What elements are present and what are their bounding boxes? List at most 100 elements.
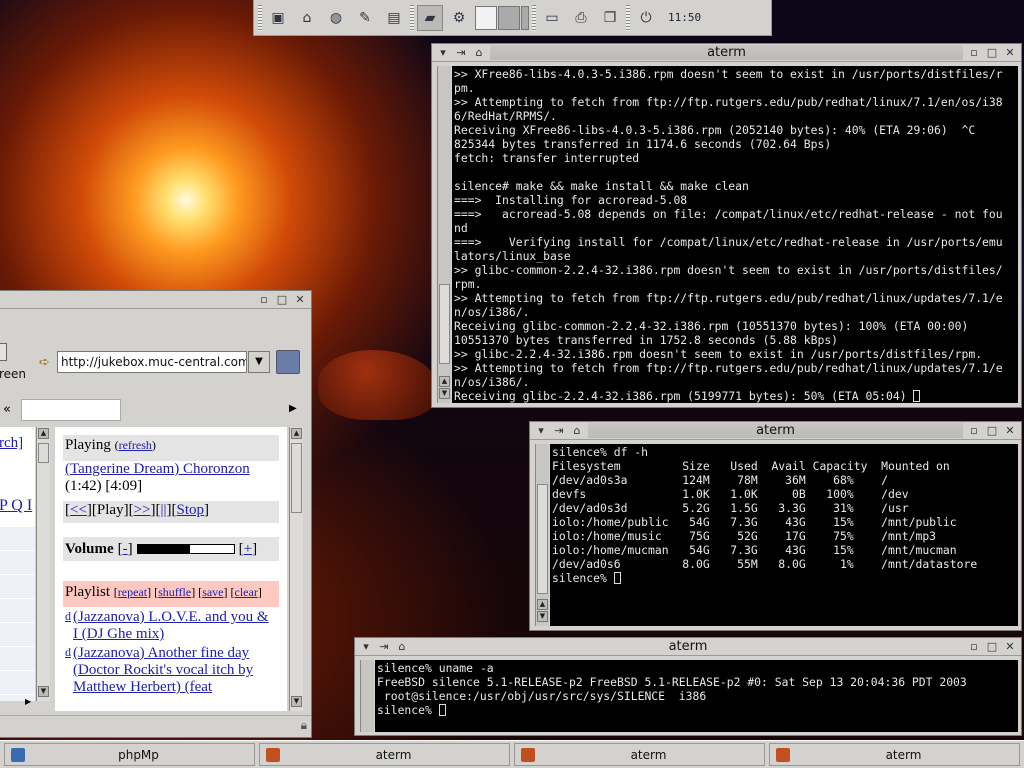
current-track-link[interactable]: (Tangerine Dream) Choronzon [65, 461, 277, 478]
scroll-up-arrow[interactable]: ▲ [537, 599, 548, 610]
title-bar[interactable]: ▫ □ ✕ [0, 291, 311, 309]
scroll-down-arrow[interactable]: ▼ [291, 696, 302, 707]
aterm-window-df[interactable]: ▾ ⇥ ⌂ aterm ▫ □ ✕ ▲ ▼ silence% df -h File… [529, 421, 1022, 631]
scrollbar[interactable] [360, 660, 374, 732]
sidebar-back-icon[interactable]: « [3, 402, 11, 417]
fullscreen-label[interactable]: reen [0, 367, 26, 381]
scrollbar-thumb[interactable] [38, 443, 49, 463]
globe-icon[interactable]: ◍ [323, 5, 349, 31]
power-icon[interactable]: ⏻ [633, 5, 659, 31]
shade-icon[interactable]: ⇥ [552, 424, 566, 437]
taskbar-item-aterm[interactable]: aterm [514, 743, 765, 766]
aterm-window-uname[interactable]: ▾ ⇥ ⌂ aterm ▫ □ ✕ silence% uname -a FreeB… [354, 637, 1022, 736]
window-menu-icon[interactable]: ▾ [359, 640, 373, 653]
stop-button[interactable]: Stop [177, 502, 205, 518]
forward-arrow-icon[interactable]: ▶ [289, 403, 297, 414]
scrollbar-thumb[interactable] [537, 484, 548, 594]
home-icon[interactable]: ⌂ [294, 5, 320, 31]
close-icon[interactable]: ✕ [293, 293, 307, 306]
shade-icon[interactable]: ⇥ [454, 46, 468, 59]
url-input[interactable]: http://jukebox.muc-central.com/j [57, 351, 247, 373]
close-icon[interactable]: ✕ [1003, 424, 1017, 437]
terminal-output[interactable]: silence% df -h Filesystem Size Used Avail… [550, 444, 1018, 626]
window-list-icon[interactable]: ❐ [597, 5, 623, 31]
book-icon[interactable]: ▤ [381, 5, 407, 31]
scroll-up-arrow[interactable]: ▲ [38, 428, 49, 439]
repeat-link[interactable]: repeat [118, 585, 147, 599]
next-button[interactable]: >> [134, 502, 151, 518]
scrollbar-thumb[interactable] [291, 443, 302, 513]
play-button[interactable]: Play [97, 502, 124, 518]
taskbar-item-aterm[interactable]: aterm [259, 743, 510, 766]
scrollbar-thumb[interactable] [439, 284, 450, 364]
minimize-icon[interactable]: ▫ [967, 424, 981, 437]
workspace-1[interactable] [475, 5, 497, 30]
playlist-track-link[interactable]: (Jazzanova) Another fine day (Doctor Roc… [73, 645, 277, 696]
title-bar[interactable]: ▾ ⇥ ⌂ aterm ▫ □ ✕ [432, 44, 1021, 62]
volume-down-button[interactable]: - [123, 541, 128, 557]
scroll-down-arrow[interactable]: ▼ [537, 611, 548, 622]
shade-icon[interactable]: ⇥ [377, 640, 391, 653]
panel-clock[interactable]: 11:50 [668, 11, 701, 24]
title-bar[interactable]: ▾ ⇥ ⌂ aterm ▫ □ ✕ [355, 638, 1021, 656]
terminal-output[interactable]: silence% uname -a FreeBSD silence 5.1-REL… [375, 660, 1018, 732]
maximize-icon[interactable]: □ [275, 293, 289, 306]
prev-button[interactable]: << [70, 502, 87, 518]
terminal-launcher-icon[interactable]: ▰ [417, 4, 443, 31]
playlist-track-link[interactable]: (Jazzanova) L.O.V.E. and you & I (DJ Ghe… [73, 609, 277, 643]
volume-up-button[interactable]: + [244, 541, 252, 557]
volume-bar[interactable] [136, 544, 235, 554]
shuffle-link[interactable]: shuffle [158, 585, 191, 599]
scroll-down-arrow[interactable]: ▼ [38, 686, 49, 697]
security-lock-icon[interactable]: 🔒︎ [301, 718, 307, 733]
refresh-link[interactable]: refresh [119, 438, 152, 452]
scroll-down-arrow[interactable]: ▼ [439, 388, 450, 399]
panel-grip[interactable] [626, 4, 630, 31]
fullscreen-icon[interactable] [0, 343, 7, 361]
pause-button[interactable]: || [161, 502, 167, 518]
settings-icon[interactable]: ⚙ [446, 5, 472, 31]
content-scrollbar[interactable]: ▲ ▼ [289, 427, 303, 711]
save-link[interactable]: save [202, 585, 223, 599]
panel-grip[interactable] [410, 4, 414, 31]
maximize-icon[interactable]: □ [985, 46, 999, 59]
workspace-2[interactable] [498, 5, 520, 30]
aterm-window-main[interactable]: ▾ ⇥ ⌂ aterm ▫ □ ✕ ▲ ▼ >> XFree86-libs-4.… [431, 43, 1022, 408]
browser-window[interactable]: ▫ □ ✕ reen ➪ http://jukebox.muc-central.… [0, 290, 312, 738]
window-menu-icon[interactable]: ▾ [436, 46, 450, 59]
minimize-icon[interactable]: ▫ [967, 46, 981, 59]
clear-link[interactable]: clear [235, 585, 258, 599]
desktop-icon[interactable]: ▣ [265, 5, 291, 31]
maximize-icon[interactable]: □ [985, 424, 999, 437]
search-link[interactable]: rch] [0, 435, 23, 452]
printer-icon[interactable]: ⎙ [568, 5, 594, 31]
monitor-icon[interactable]: ▭ [539, 5, 565, 31]
delete-link[interactable]: d [65, 609, 71, 643]
close-icon[interactable]: ✕ [1003, 46, 1017, 59]
scroll-right-arrow[interactable]: ▶ [25, 697, 35, 708]
maximize-icon[interactable]: □ [985, 640, 999, 653]
minimize-icon[interactable]: ▫ [257, 293, 271, 306]
workspace-pager[interactable] [475, 5, 529, 31]
taskbar-item-aterm[interactable]: aterm [769, 743, 1020, 766]
letter-links[interactable]: P Q I [0, 497, 32, 515]
sidebar-scrollbar[interactable]: ▲ ▼ [36, 427, 50, 701]
taskbar-item-phpmp[interactable]: phpMp [4, 743, 255, 766]
raise-icon[interactable]: ⌂ [570, 424, 584, 437]
go-button[interactable] [276, 350, 300, 374]
panel-grip[interactable] [532, 4, 536, 31]
workspace-3[interactable] [521, 5, 529, 30]
title-bar[interactable]: ▾ ⇥ ⌂ aterm ▫ □ ✕ [530, 422, 1021, 440]
minimize-icon[interactable]: ▫ [967, 640, 981, 653]
close-icon[interactable]: ✕ [1003, 640, 1017, 653]
delete-link[interactable]: d [65, 645, 71, 696]
scroll-up-arrow[interactable]: ▲ [291, 428, 302, 439]
terminal-output[interactable]: >> XFree86-libs-4.0.3-5.i386.rpm doesn't… [452, 66, 1018, 403]
editor-icon[interactable]: ✎ [352, 5, 378, 31]
raise-icon[interactable]: ⌂ [395, 640, 409, 653]
find-input[interactable] [21, 399, 121, 421]
raise-icon[interactable]: ⌂ [472, 46, 486, 59]
scrollbar[interactable]: ▲ ▼ [437, 66, 451, 403]
scrollbar[interactable]: ▲ ▼ [535, 444, 549, 626]
url-dropdown-button[interactable]: ▼ [248, 351, 270, 373]
